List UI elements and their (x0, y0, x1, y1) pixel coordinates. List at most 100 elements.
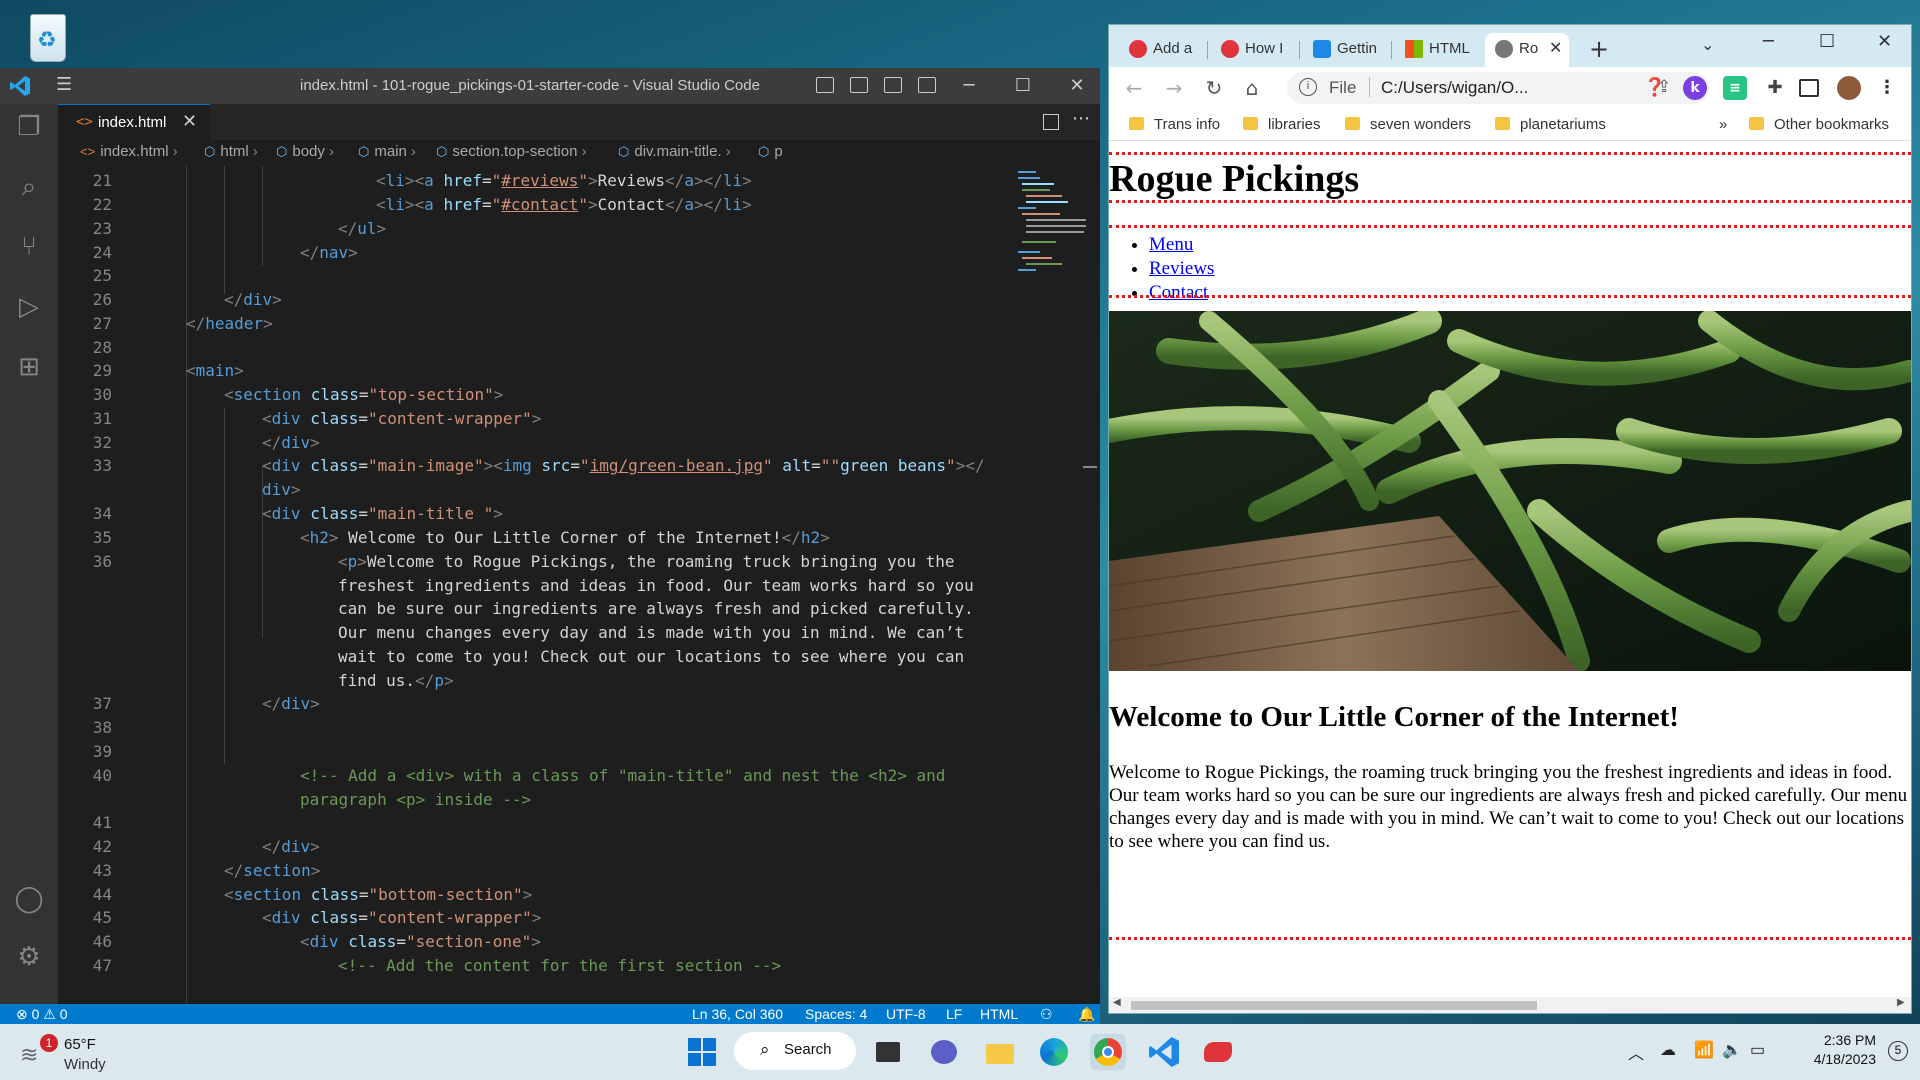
language-mode[interactable]: HTML (980, 1006, 1018, 1022)
breadcrumb-item[interactable]: ⬡ body › (276, 143, 338, 160)
bookmark-folder[interactable]: Trans info (1129, 116, 1220, 133)
battery-icon[interactable]: ▭ (1750, 1040, 1765, 1060)
other-bookmarks[interactable]: Other bookmarks (1749, 116, 1889, 133)
task-view-icon[interactable] (870, 1034, 906, 1070)
show-hidden-icons[interactable]: ︿ (1628, 1040, 1644, 1064)
more-actions-icon[interactable]: ⋯ (1072, 108, 1090, 129)
start-button[interactable] (684, 1034, 720, 1070)
line-ending[interactable]: LF (946, 1006, 962, 1022)
tab-index-html[interactable]: <> index.html ✕ (58, 104, 210, 140)
menu-icon[interactable]: ☰ (56, 74, 76, 98)
web-page: Rogue Pickings Menu Reviews Contact (1109, 141, 1911, 997)
breadcrumb-item[interactable]: ⬡ html › (204, 143, 262, 160)
editor-scrollbar[interactable] (1083, 466, 1097, 468)
minimize-icon[interactable]: ─ (946, 72, 992, 100)
close-tab-icon[interactable]: ✕ (182, 111, 197, 132)
bookmark-folder[interactable]: seven wonders (1345, 116, 1471, 133)
chrome-menu-icon[interactable]: ⋮ (1875, 76, 1899, 100)
vscode-taskbar-icon[interactable] (1146, 1034, 1182, 1070)
browser-tab[interactable]: HTML (1395, 33, 1477, 67)
volume-icon[interactable]: 🔈 (1722, 1040, 1742, 1060)
file-explorer-icon[interactable] (982, 1034, 1018, 1070)
wifi-icon[interactable]: 📶 (1694, 1040, 1714, 1060)
microsoft-favicon-icon (1405, 40, 1423, 58)
feedback-icon[interactable]: ⚇ (1040, 1006, 1053, 1023)
vscode-window: ☰ index.html - 101-rogue_pickings-01-sta… (0, 68, 1100, 1024)
maximize-icon[interactable]: ☐ (1000, 72, 1046, 100)
taskbar: ≋ 1 65°F Windy ⌕ Search ︿ ☁ 📶 🔈 ▭ 2:36 P… (0, 1024, 1920, 1080)
tab-search-icon[interactable]: ⌄ (1701, 35, 1714, 54)
nav-link-reviews[interactable]: Reviews (1149, 258, 1214, 279)
recycle-bin-icon[interactable]: ♻ (22, 8, 72, 64)
minimize-icon[interactable]: ─ (1763, 31, 1774, 52)
extension-k-icon[interactable]: k (1683, 76, 1707, 100)
encoding[interactable]: UTF-8 (886, 1006, 926, 1022)
breadcrumb-item[interactable]: ⬡ section.top-section › (436, 143, 590, 160)
split-editor-icon[interactable] (1043, 114, 1059, 130)
accounts-icon[interactable]: ◯ (12, 882, 46, 916)
tab-favicon-icon (1221, 40, 1239, 58)
bookmark-folder[interactable]: planetariums (1495, 116, 1606, 133)
search-icon[interactable]: ⌕ (12, 170, 46, 204)
close-icon[interactable]: ✕ (1877, 31, 1892, 52)
notification-badge[interactable]: 5 (1888, 1041, 1908, 1061)
nav-link-menu[interactable]: Menu (1149, 234, 1193, 255)
browser-tab[interactable]: How I (1211, 33, 1293, 67)
toggle-panel-icon[interactable] (850, 77, 868, 93)
indentation[interactable]: Spaces: 4 (805, 1006, 867, 1022)
horizontal-scrollbar[interactable]: ◀ ▶ (1109, 997, 1911, 1013)
line-number: 30 (92, 385, 112, 404)
weather-widget[interactable]: ≋ 1 65°F Windy (20, 1032, 140, 1074)
edge-browser-icon[interactable] (1036, 1034, 1072, 1070)
bookmarks-bar: Trans info libraries seven wonders plane… (1109, 109, 1911, 141)
notifications-bell-icon[interactable]: 🔔 (1078, 1006, 1095, 1023)
profile-avatar[interactable] (1837, 76, 1861, 100)
source-control-icon[interactable]: ⑂ (12, 230, 46, 264)
extension-grammar-icon[interactable]: ≡ (1723, 76, 1747, 100)
line-number: 33 (92, 456, 112, 475)
address-url: C:/Users/wigan/O... (1381, 78, 1529, 97)
reload-icon[interactable]: ↻ (1201, 75, 1227, 101)
browser-tab-active[interactable]: Ro ✕ (1485, 33, 1569, 67)
maximize-icon[interactable]: ☐ (1819, 31, 1835, 52)
browser-tab[interactable]: Add a (1119, 33, 1201, 67)
nav-link-contact[interactable]: Contact (1149, 282, 1208, 303)
teams-chat-icon[interactable] (926, 1034, 962, 1070)
taskbar-search[interactable]: ⌕ Search (734, 1032, 856, 1070)
cursor-position[interactable]: Ln 36, Col 360 (692, 1006, 783, 1022)
minimap[interactable] (998, 166, 1086, 326)
breadcrumb-item[interactable]: ⬡ div.main-title. › (618, 143, 735, 160)
bookmarks-overflow[interactable]: » (1719, 116, 1727, 133)
back-icon[interactable]: ← (1121, 75, 1147, 101)
clock[interactable]: 2:36 PM 4/18/2023 (1792, 1032, 1876, 1067)
side-panel-icon[interactable] (1799, 79, 1819, 97)
bookmark-folder[interactable]: libraries (1243, 116, 1321, 133)
customize-layout-icon[interactable] (918, 77, 936, 93)
app-taskbar-icon[interactable] (1200, 1034, 1236, 1070)
code-editor[interactable]: 21 22 23 24 25 26 27 28 29 30 31 32 33 3… (58, 166, 1100, 1003)
explorer-icon[interactable]: ❐ (12, 110, 46, 144)
problems-indicator[interactable]: ⊗ 0 ⚠ 0 (16, 1006, 68, 1023)
new-tab-icon[interactable]: + (1589, 35, 1609, 63)
close-tab-icon[interactable]: ✕ (1549, 38, 1562, 58)
extension-question-icon[interactable]: ❓ (1643, 76, 1667, 100)
browser-tab[interactable]: Gettin (1303, 33, 1385, 67)
forward-icon[interactable]: → (1161, 75, 1187, 101)
extensions-puzzle-icon[interactable]: ✚ (1763, 76, 1787, 100)
line-number: 32 (92, 433, 112, 452)
breadcrumb-item[interactable]: <> index.html › (80, 143, 182, 160)
onedrive-cloud-icon[interactable]: ☁ (1660, 1040, 1676, 1060)
toggle-secondary-sidebar-icon[interactable] (884, 77, 902, 93)
breadcrumb-item[interactable]: ⬡ main › (358, 143, 420, 160)
settings-gear-icon[interactable]: ⚙ (12, 940, 46, 974)
toggle-sidebar-icon[interactable] (816, 77, 834, 93)
close-icon[interactable]: ✕ (1054, 72, 1100, 100)
site-info-icon[interactable]: i (1299, 78, 1317, 96)
breadcrumb-item[interactable]: ⬡ p (758, 143, 783, 160)
extensions-icon[interactable]: ⊞ (12, 350, 46, 384)
run-debug-icon[interactable]: ▷ (12, 290, 46, 324)
line-number: 23 (92, 219, 112, 238)
chrome-browser-icon[interactable] (1090, 1034, 1126, 1070)
weather-temp: 65°F (64, 1036, 96, 1053)
home-icon[interactable]: ⌂ (1239, 75, 1265, 101)
